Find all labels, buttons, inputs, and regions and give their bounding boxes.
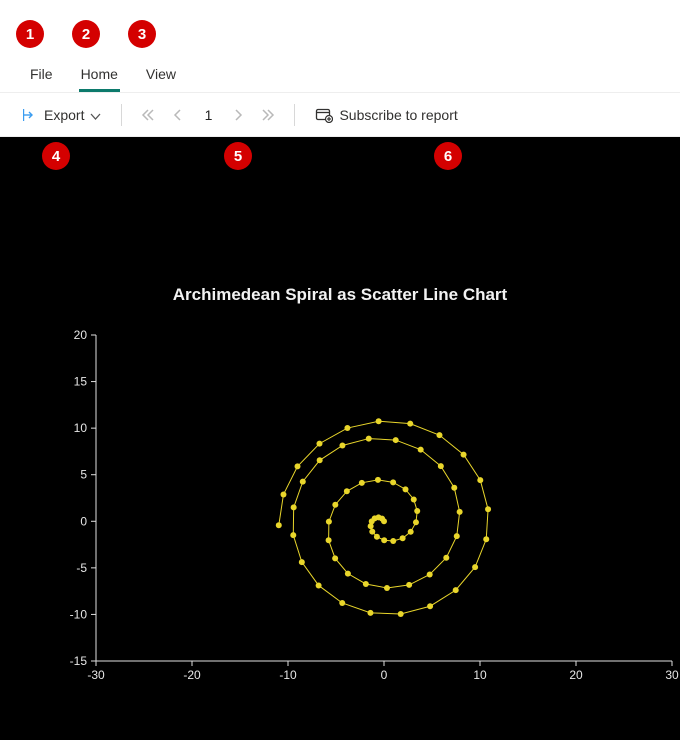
svg-text:20: 20 [74, 328, 88, 342]
toolbar: Export 1 Subscri [0, 93, 680, 137]
callout-badge: 5 [224, 142, 252, 170]
subscribe-label: Subscribe to report [339, 107, 457, 123]
export-icon [22, 107, 38, 123]
separator [121, 104, 122, 126]
chart-title: Archimedean Spiral as Scatter Line Chart [0, 285, 680, 305]
report-canvas: Archimedean Spiral as Scatter Line Chart… [0, 137, 680, 740]
callout-badge: 3 [128, 20, 156, 48]
last-page-button[interactable] [254, 101, 282, 129]
svg-text:15: 15 [74, 375, 88, 389]
svg-text:0: 0 [80, 514, 87, 528]
separator [294, 104, 295, 126]
callout-badge: 6 [434, 142, 462, 170]
page-number[interactable]: 1 [194, 107, 222, 123]
subscribe-icon [315, 107, 333, 123]
svg-text:10: 10 [473, 668, 487, 682]
pager: 1 [134, 101, 282, 129]
subscribe-button[interactable]: Subscribe to report [307, 102, 465, 128]
first-page-button[interactable] [134, 101, 162, 129]
next-page-button[interactable] [224, 101, 252, 129]
svg-text:5: 5 [80, 468, 87, 482]
svg-text:30: 30 [665, 668, 679, 682]
prev-page-button[interactable] [164, 101, 192, 129]
callout-badge: 2 [72, 20, 100, 48]
tab-view[interactable]: View [132, 58, 190, 92]
tab-file[interactable]: File [16, 58, 67, 92]
svg-text:-20: -20 [183, 668, 201, 682]
svg-text:-15: -15 [70, 654, 88, 668]
svg-text:-10: -10 [279, 668, 297, 682]
callout-badge: 4 [42, 142, 70, 170]
callout-badge: 1 [16, 20, 44, 48]
export-button[interactable]: Export [14, 102, 109, 128]
svg-text:10: 10 [74, 421, 88, 435]
tab-bar: File Home View [0, 58, 680, 93]
tab-home[interactable]: Home [67, 58, 132, 92]
chevron-down-icon [90, 109, 101, 120]
svg-text:0: 0 [381, 668, 388, 682]
export-label: Export [44, 107, 84, 123]
scatter-chart: -15 -10 -5 0 5 10 15 20 -30 -20 -10 0 10 20 30 [40, 325, 680, 697]
svg-text:-5: -5 [76, 561, 87, 575]
svg-text:-10: -10 [70, 607, 88, 621]
svg-text:-30: -30 [87, 668, 105, 682]
svg-text:20: 20 [569, 668, 583, 682]
